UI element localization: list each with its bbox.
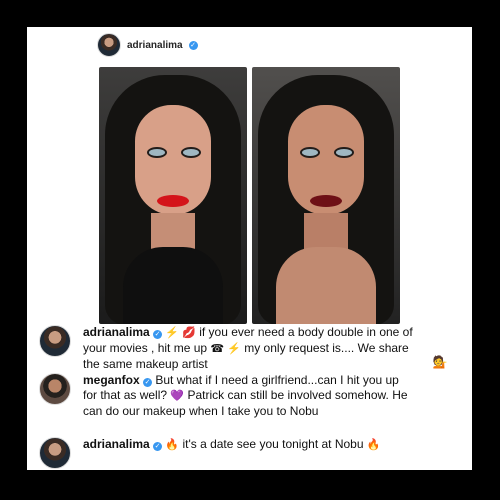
right-photo (252, 67, 400, 324)
comment-emoji: 💜 (170, 390, 185, 402)
verified-badge-icon: ✓ (153, 330, 163, 339)
comment-avatar[interactable] (39, 325, 71, 357)
comment-emoji-icon: 💁 (432, 355, 448, 369)
lips-icon (310, 195, 342, 207)
post-header: adrianalima ✓ (97, 33, 198, 57)
eye-right-icon (181, 147, 201, 158)
comment-emoji: 🔥 (366, 439, 381, 451)
comment-username[interactable]: adrianalima (83, 437, 150, 451)
body-shape (123, 247, 223, 324)
post-username[interactable]: adrianalima (127, 40, 183, 51)
comment-body: adrianalima ✓ 🔥 it's a date see you toni… (83, 437, 413, 453)
lips-icon (157, 195, 189, 207)
eye-left-icon (300, 147, 320, 158)
comment-username[interactable]: adrianalima (83, 325, 150, 339)
body-shape (276, 247, 376, 324)
comment-body: adrianalima ✓ ⚡ 💋 if you ever need a bod… (83, 325, 413, 372)
eye-left-icon (147, 147, 167, 158)
post-card: adrianalima ✓ adrianalima ✓ ⚡ 💋 if you e… (27, 27, 472, 470)
comment-text: it's a date see you tonight at Nobu (182, 437, 364, 451)
comment-avatar[interactable] (39, 373, 71, 405)
comment-body: meganfox ✓ But what if I need a girlfrie… (83, 373, 413, 419)
comment-emoji: 🔥 (165, 439, 180, 451)
verified-badge-icon: ✓ (188, 40, 198, 50)
eye-right-icon (334, 147, 354, 158)
comment-emojis: ⚡ 💋 (165, 327, 196, 339)
comment-emojis: ☎ ⚡ (210, 343, 241, 355)
verified-badge-icon: ✓ (153, 442, 163, 451)
comment-avatar[interactable] (39, 437, 71, 469)
left-photo (99, 67, 247, 324)
comment-username[interactable]: meganfox (83, 373, 140, 387)
verified-badge-icon: ✓ (143, 378, 153, 387)
profile-avatar[interactable] (97, 33, 121, 57)
